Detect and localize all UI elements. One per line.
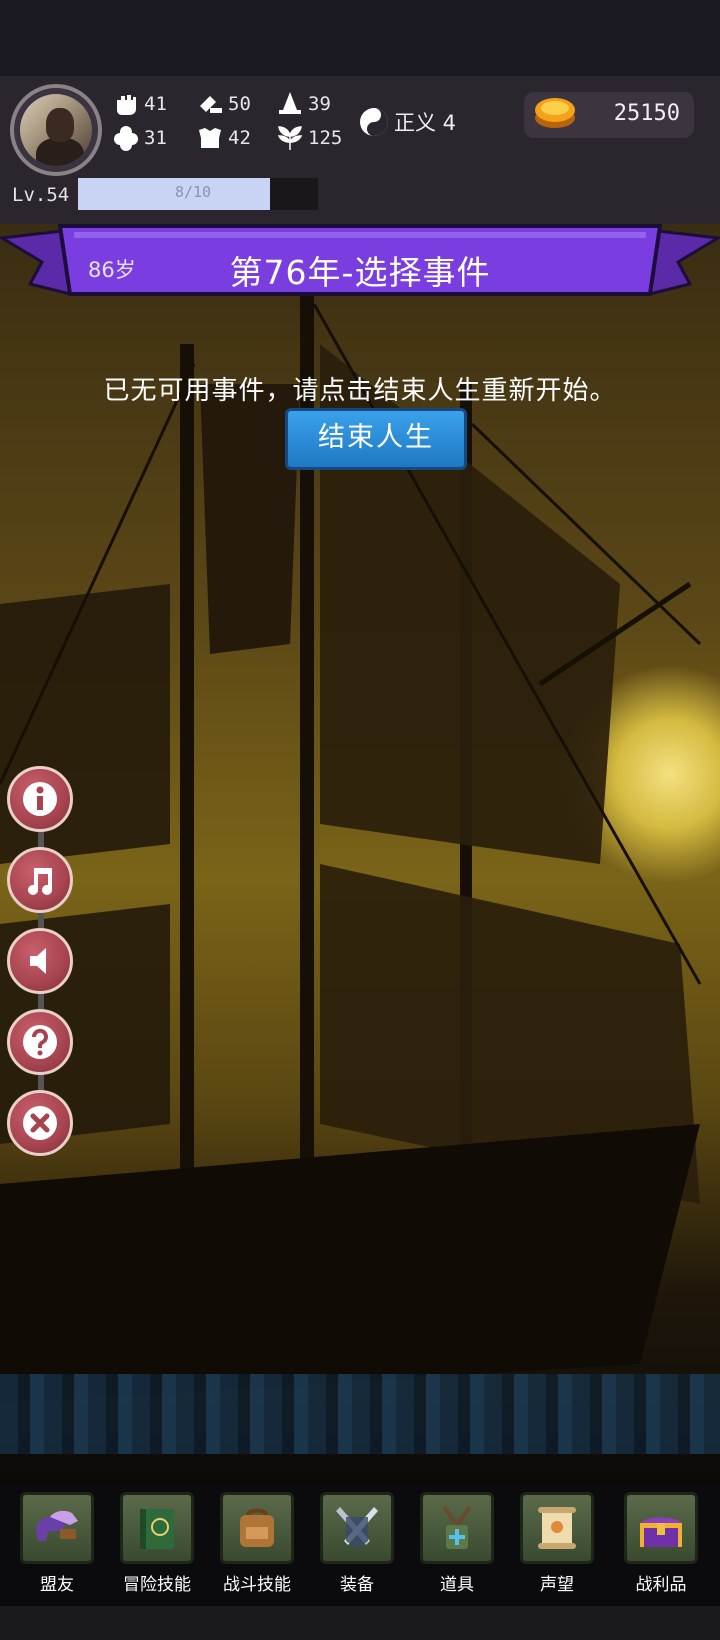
hammer-icon — [200, 96, 222, 113]
help-icon — [23, 1025, 57, 1059]
stat-defense: 42 — [196, 124, 251, 152]
level-label: Lv.54 — [12, 184, 70, 206]
status-strip — [0, 0, 720, 76]
nav-reputation[interactable]: 声望 — [511, 1492, 603, 1595]
stat-strength: 41 — [112, 90, 167, 118]
close-button[interactable] — [7, 1090, 73, 1156]
wizard-hat-icon — [279, 92, 301, 114]
gold-coin-icon — [535, 98, 575, 128]
sea-waves — [0, 1374, 720, 1454]
xp-bar: 8/10 — [78, 178, 318, 210]
treasure-chest-icon — [640, 1517, 682, 1547]
nav-adventure-skills[interactable]: 冒险技能 — [111, 1492, 203, 1595]
amulet-icon — [442, 1505, 472, 1549]
crossed-swords-icon — [336, 1507, 378, 1549]
close-icon — [23, 1106, 57, 1140]
gloves-icon — [36, 1510, 78, 1541]
player-header: 41 31 50 42 39 125 正义 4 25150 Lv.54 8/10 — [0, 76, 720, 224]
armor-icon — [199, 128, 221, 148]
music-icon — [28, 868, 52, 895]
spellbook-icon — [140, 1509, 174, 1549]
gold-counter: 25150 — [524, 92, 694, 138]
help-button[interactable] — [7, 1009, 73, 1075]
xp-text: 8/10 — [174, 183, 212, 201]
leaf-icon — [277, 126, 303, 150]
nav-allies[interactable]: 盟友 — [11, 1492, 103, 1595]
scroll-icon — [538, 1507, 576, 1549]
nav-items[interactable]: 道具 — [411, 1492, 503, 1595]
sound-button[interactable] — [7, 928, 73, 994]
event-notice: 已无可用事件，请点击结束人生重新开始。 — [103, 376, 617, 406]
gold-value: 25150 — [613, 101, 680, 126]
year-banner: 86岁 第76年-选择事件 — [0, 224, 720, 314]
bottom-nav: 盟友 冒险技能 战斗技能 装备 道具 声望 战利品 — [0, 1484, 720, 1640]
avatar[interactable] — [10, 84, 102, 176]
info-icon — [23, 782, 57, 816]
stat-crafting: 50 — [196, 90, 251, 118]
nav-loot[interactable]: 战利品 — [615, 1492, 707, 1595]
page-title: 第76年-选择事件 — [229, 253, 491, 292]
yin-yang-icon — [360, 108, 388, 136]
music-button[interactable] — [7, 847, 73, 913]
stat-nature: 125 — [276, 124, 342, 152]
end-life-button[interactable]: 结束人生 — [285, 408, 467, 470]
info-button[interactable] — [7, 766, 73, 832]
stat-luck: 31 — [112, 124, 167, 152]
sound-icon — [30, 948, 46, 974]
alignment-stat: 正义 4 — [358, 106, 456, 138]
stat-magic: 39 — [276, 90, 331, 118]
nav-combat-skills[interactable]: 战斗技能 — [211, 1492, 303, 1595]
nav-equipment[interactable]: 装备 — [311, 1492, 403, 1595]
fist-icon — [117, 95, 136, 115]
clover-icon — [114, 126, 138, 151]
backpack-icon — [240, 1508, 274, 1547]
